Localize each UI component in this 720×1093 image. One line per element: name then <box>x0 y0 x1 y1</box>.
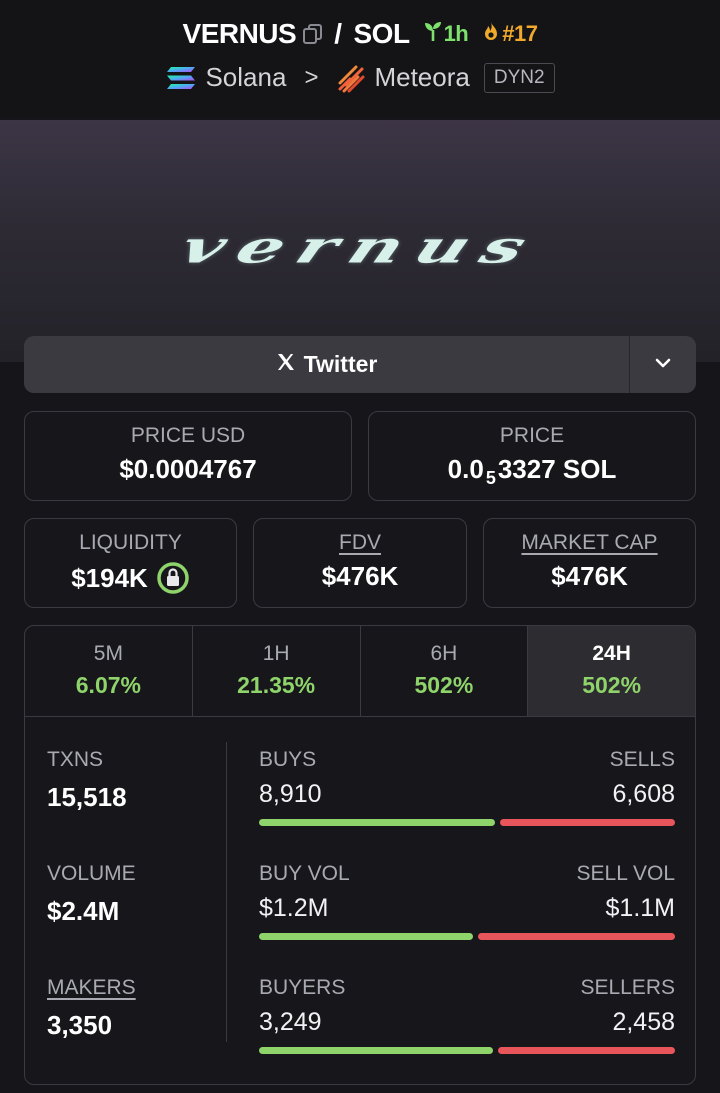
volume-breakdown: BUY VOL SELL VOL $1.2M $1.1M <box>259 862 675 941</box>
buy-sell-volume-bar <box>259 933 675 941</box>
liquidity-box: LIQUIDITY $194K <box>24 518 237 608</box>
sell-bar <box>477 933 675 940</box>
makers-total: MAKERS 3,350 <box>47 976 136 1041</box>
volume-row: VOLUME $2.4M BUY VOL SELL VOL $1.2M $1.1M <box>25 862 695 952</box>
buy-vol-value: $1.2M <box>259 894 329 922</box>
tab-label: 24H <box>592 642 631 665</box>
market-cap-label[interactable]: MARKET CAP <box>484 531 695 555</box>
tab-label: 6H <box>430 642 458 665</box>
price-usd-label: PRICE USD <box>130 424 246 447</box>
pair-age-value: 1h <box>443 21 469 46</box>
pair-title: VERNUS / SOL 1h #17 <box>0 18 720 50</box>
social-links-bar: Twitter <box>24 336 696 393</box>
seedling-icon <box>422 20 444 48</box>
tab-change: 502% <box>414 672 474 698</box>
tab-change: 502% <box>582 672 642 698</box>
quote-symbol: SOL <box>353 18 411 49</box>
chain-name[interactable]: Solana <box>205 62 286 93</box>
price-native-box: PRICE 0.0 5 3327 SOL <box>368 411 696 501</box>
volume-value: $2.4M <box>47 896 120 926</box>
flame-icon <box>480 20 502 48</box>
tab-1h[interactable]: 1H 21.35% <box>193 626 361 716</box>
makers-value: 3,350 <box>47 1010 113 1040</box>
market-cap-value: $476K <box>551 561 628 591</box>
buy-sell-ratio-bar <box>259 819 675 827</box>
liquidity-value: $194K <box>71 562 148 593</box>
tab-6h[interactable]: 6H 502% <box>361 626 529 716</box>
price-native-value: 0.0 5 3327 SOL <box>369 454 695 488</box>
sellers-value: 2,458 <box>612 1008 675 1036</box>
sell-bar <box>498 1047 675 1054</box>
buys-value: 8,910 <box>259 780 322 808</box>
tab-5m[interactable]: 5M 6.07% <box>25 626 193 716</box>
fdv-label[interactable]: FDV <box>254 531 466 555</box>
liquidity-label: LIQUIDITY <box>79 531 182 554</box>
meteora-icon <box>336 63 366 93</box>
price-usd-value: $0.0004767 <box>119 454 257 484</box>
solana-icon <box>165 65 197 91</box>
twitter-label: Twitter <box>303 351 378 377</box>
x-logo-icon <box>276 352 296 378</box>
liquidity-value-row: $194K <box>25 561 236 595</box>
txns-breakdown: BUYS SELLS 8,910 6,608 <box>259 748 675 827</box>
volume-label: VOLUME <box>47 862 136 885</box>
social-dropdown-button[interactable] <box>629 336 696 393</box>
tab-change: 21.35% <box>237 672 316 698</box>
fdv-box: FDV $476K <box>253 518 467 608</box>
token-symbol: VERNUS <box>182 18 297 49</box>
chevron-down-icon <box>654 356 672 374</box>
pool-type-badge: DYN2 <box>483 62 555 93</box>
sells-label: SELLS <box>609 748 675 771</box>
makers-row: MAKERS 3,350 BUYERS SELLERS 3,249 2,458 <box>25 976 695 1066</box>
price-usd-box: PRICE USD $0.0004767 <box>24 411 352 501</box>
tab-24h[interactable]: 24H 502% <box>528 626 695 716</box>
makers-label[interactable]: MAKERS <box>47 976 136 1000</box>
buyers-label: BUYERS <box>259 976 346 999</box>
buyers-value: 3,249 <box>259 1008 322 1036</box>
twitter-button[interactable]: Twitter <box>24 336 629 393</box>
sell-bar <box>499 819 675 826</box>
txns-value: 15,518 <box>47 782 127 812</box>
lock-icon[interactable] <box>156 561 190 595</box>
sellers-label: SELLERS <box>580 976 675 999</box>
timeframe-panel: 5M 6.07% 1H 21.35% 6H 502% 24H 502% TXNS… <box>24 625 696 1085</box>
pair-separator: / <box>334 18 342 49</box>
txns-row: TXNS 15,518 BUYS SELLS 8,910 6,608 <box>25 748 695 838</box>
dex-name[interactable]: Meteora <box>374 62 469 93</box>
pair-route: Solana > Meteora DYN2 <box>0 62 720 93</box>
timeframe-tabs: 5M 6.07% 1H 21.35% 6H 502% 24H 502% <box>25 626 695 717</box>
price-native-zero-count: 5 <box>485 468 496 488</box>
tab-label: 1H <box>262 642 290 665</box>
txns-total: TXNS 15,518 <box>47 748 127 813</box>
buy-bar <box>259 1047 494 1054</box>
price-native-prefix: 0.0 <box>447 454 484 484</box>
buy-bar <box>259 933 473 940</box>
buy-bar <box>259 819 495 826</box>
pair-age: 1h <box>422 20 469 48</box>
price-native-label: PRICE <box>499 424 565 447</box>
chevron-right-icon: > <box>304 63 319 91</box>
banner-logo: vernus <box>171 219 549 273</box>
buy-vol-label: BUY VOL <box>259 862 350 885</box>
tab-change: 6.07% <box>75 672 141 698</box>
copy-icon[interactable] <box>302 23 324 45</box>
pair-header: VERNUS / SOL 1h #17 Solana > Meteora DYN… <box>0 0 720 118</box>
sell-vol-label: SELL VOL <box>576 862 675 885</box>
sells-value: 6,608 <box>612 780 675 808</box>
buys-label: BUYS <box>259 748 317 771</box>
sell-vol-value: $1.1M <box>605 894 675 922</box>
price-native-rest: 3327 SOL <box>497 454 617 484</box>
volume-total: VOLUME $2.4M <box>47 862 136 927</box>
txns-label: TXNS <box>47 748 104 771</box>
buyers-sellers-bar <box>259 1047 675 1055</box>
trending-rank-value: #17 <box>502 21 538 46</box>
trending-rank[interactable]: #17 <box>480 20 538 48</box>
token-banner: vernus <box>0 120 720 362</box>
tab-label: 5M <box>93 642 123 665</box>
makers-breakdown: BUYERS SELLERS 3,249 2,458 <box>259 976 675 1055</box>
market-cap-box: MARKET CAP $476K <box>483 518 696 608</box>
fdv-value: $476K <box>321 561 399 591</box>
